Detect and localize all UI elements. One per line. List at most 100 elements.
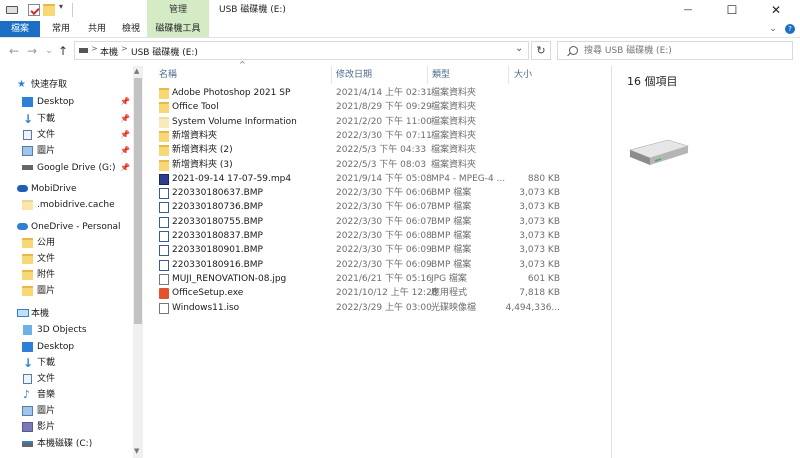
quick-access-dropdown-icon[interactable]: ▾ (59, 2, 63, 11)
file-row[interactable]: 220330180837.BMP 2022/3/30 下午 06:08 BMP 檔案… (155, 229, 575, 243)
file-row[interactable]: 220330180901.BMP 2022/3/30 下午 06:09 BMP 檔案… (155, 243, 575, 257)
title-bar: ▾ 管理 USB 磁碟機 (E:) — ☐ ✕ (0, 0, 800, 21)
scroll-down-arrow-icon[interactable]: ▼ (134, 447, 139, 455)
file-row[interactable]: MUJI_RENOVATION-08.jpg 2021/6/21 下午 05:16… (155, 272, 575, 286)
file-date: 2021/4/14 上午 02:31 (336, 88, 432, 98)
address-dropdown-button[interactable]: ⌄ (515, 43, 523, 54)
tab-file[interactable]: 檔案 (0, 21, 40, 37)
document-icon (23, 130, 32, 140)
file-type: BMP 檔案 (431, 216, 472, 227)
file-size: 3,073 KB (519, 231, 560, 241)
nav-item-desktop[interactable]: Desktop 📌 (22, 94, 132, 110)
tab-drive-tools[interactable]: 磁碟機工具 (147, 21, 209, 37)
document-icon (23, 374, 32, 384)
pin-icon: 📌 (120, 114, 130, 123)
file-size: 880 KB (527, 173, 560, 184)
item-count: 16 個項目 (627, 75, 678, 88)
file-date: 2022/5/3 下午 04:33 (336, 145, 427, 156)
forward-button[interactable]: → (24, 42, 40, 60)
minimize-button[interactable]: — (666, 0, 710, 21)
nav-item-documents[interactable]: 文件 📌 (22, 127, 132, 143)
file-name: 220330180837.BMP (172, 231, 263, 241)
computer-icon (17, 309, 29, 317)
search-input[interactable] (584, 44, 784, 57)
file-row[interactable]: 220330180736.BMP 2022/3/30 下午 06:07 BMP 檔案… (155, 200, 575, 214)
file-date: 2022/3/30 下午 06:09 (336, 259, 432, 270)
folder-icon (159, 159, 169, 171)
file-row[interactable]: Windows11.iso 2022/3/29 上午 03:00 光碟映像檔 4,49… (155, 301, 575, 315)
context-tab-manage[interactable]: 管理 (147, 0, 209, 21)
file-row[interactable]: OfficeSetup.exe 2021/10/12 上午 12:28 應用程式 7,… (155, 286, 575, 300)
nav-item-google-drive[interactable]: Google Drive (G:) 📌 (22, 160, 132, 176)
column-separator[interactable] (427, 66, 428, 84)
pin-icon: 📌 (120, 130, 130, 139)
column-header-size[interactable]: 大小 (514, 66, 574, 84)
nav-label: 圖片 (37, 286, 56, 296)
file-name: 220330180901.BMP (172, 245, 263, 256)
star-icon: ★ (17, 79, 26, 90)
tab-view[interactable]: 檢視 (114, 21, 148, 37)
column-header-name[interactable]: 名稱 (159, 66, 329, 84)
maximize-button[interactable]: ☐ (710, 0, 754, 21)
file-name: 2021-09-14 17-07-59.mp4 (172, 173, 292, 184)
column-header-date[interactable]: 修改日期 (336, 66, 426, 84)
properties-icon[interactable] (28, 4, 40, 16)
folder-icon (22, 254, 33, 264)
file-size: 3,073 KB (519, 259, 560, 270)
breadcrumb-usb-drive[interactable]: USB 磁碟機 (E:) (131, 45, 198, 58)
pin-icon: 📌 (120, 163, 130, 172)
up-button[interactable]: ↑ (55, 42, 71, 60)
pictures-icon (22, 406, 33, 416)
file-date: 2022/3/29 上午 03:00 (336, 302, 432, 313)
file-type: JPG 檔案 (431, 273, 467, 284)
nav-label: .mobidrive.cache (37, 200, 115, 210)
file-date: 2021/9/14 下午 05:08 (336, 173, 432, 184)
file-type: BMP 檔案 (431, 259, 472, 270)
file-row[interactable]: 新增資料夾 (3) 2022/5/3 下午 08:03 檔案資料夾 (155, 158, 575, 172)
file-row[interactable]: 2021-09-14 17-07-59.mp4 2021/9/14 下午 05:0… (155, 172, 575, 186)
address-bar[interactable]: > 本機 > USB 磁碟機 (E:) ⌄ (74, 41, 529, 60)
close-button[interactable]: ✕ (754, 0, 798, 21)
this-pc-icon (79, 48, 88, 53)
back-button[interactable]: ← (6, 42, 22, 60)
file-name: 220330180916.BMP (172, 259, 263, 270)
nav-item-downloads[interactable]: ↓ 下載 📌 (22, 111, 132, 127)
file-row[interactable]: Adobe Photoshop 2021 SP 2021/4/14 上午 02:3… (155, 86, 575, 100)
ribbon-expand-icon[interactable]: ⌄ (766, 21, 780, 37)
search-box[interactable] (557, 41, 793, 60)
breadcrumb-this-pc[interactable]: 本機 (100, 45, 118, 58)
nav-label: 音樂 (37, 390, 56, 400)
folder-hidden-icon (159, 116, 169, 128)
column-separator[interactable] (331, 66, 332, 84)
nav-scrollbar-thumb[interactable] (134, 78, 142, 324)
file-name: 新增資料夾 (2) (172, 145, 233, 156)
pin-icon: 📌 (120, 146, 130, 155)
drive-app-icon (6, 6, 18, 14)
file-date: 2021/6/21 下午 05:16 (336, 273, 432, 284)
file-name: MUJI_RENOVATION-08.jpg (172, 273, 287, 284)
desktop-icon (22, 97, 33, 107)
file-row[interactable]: 220330180755.BMP 2022/3/30 下午 06:07 BMP 檔案… (155, 215, 575, 229)
new-folder-icon[interactable] (43, 4, 55, 16)
file-date: 2021/8/29 下午 09:29 (336, 102, 432, 113)
file-row[interactable]: System Volume Information 2021/2/20 下午 11… (155, 115, 575, 129)
file-row[interactable]: 新增資料夾 (2) 2022/5/3 下午 04:33 檔案資料夾 (155, 143, 575, 157)
refresh-button[interactable]: ↻ (531, 41, 551, 60)
help-icon[interactable]: ? (785, 24, 795, 34)
nav-label: OneDrive - Personal (31, 222, 121, 232)
nav-item-pictures[interactable]: 圖片 📌 (22, 143, 132, 159)
column-separator[interactable] (508, 66, 509, 84)
file-type: 應用程式 (431, 288, 468, 299)
file-date: 2022/3/30 下午 06:07 (336, 202, 432, 213)
file-row[interactable]: Office Tool 2021/8/29 下午 09:29 檔案資料夾 (155, 100, 575, 114)
tab-home[interactable]: 常用 (44, 21, 78, 37)
file-row[interactable]: 220330180916.BMP 2022/3/30 下午 06:09 BMP 檔案… (155, 258, 575, 272)
file-date: 2021/2/20 下午 11:00 (336, 116, 432, 127)
nav-label: 快速存取 (31, 80, 68, 90)
file-row[interactable]: 220330180637.BMP 2022/3/30 下午 06:06 BMP 檔案… (155, 186, 575, 200)
file-date: 2022/3/30 下午 07:11 (336, 130, 432, 141)
tab-share[interactable]: 共用 (80, 21, 114, 37)
column-header-type[interactable]: 類型 (432, 66, 507, 84)
scroll-up-arrow-icon[interactable]: ▲ (134, 67, 139, 75)
file-row[interactable]: 新增資料夾 2022/3/30 下午 07:11 檔案資料夾 (155, 129, 575, 143)
